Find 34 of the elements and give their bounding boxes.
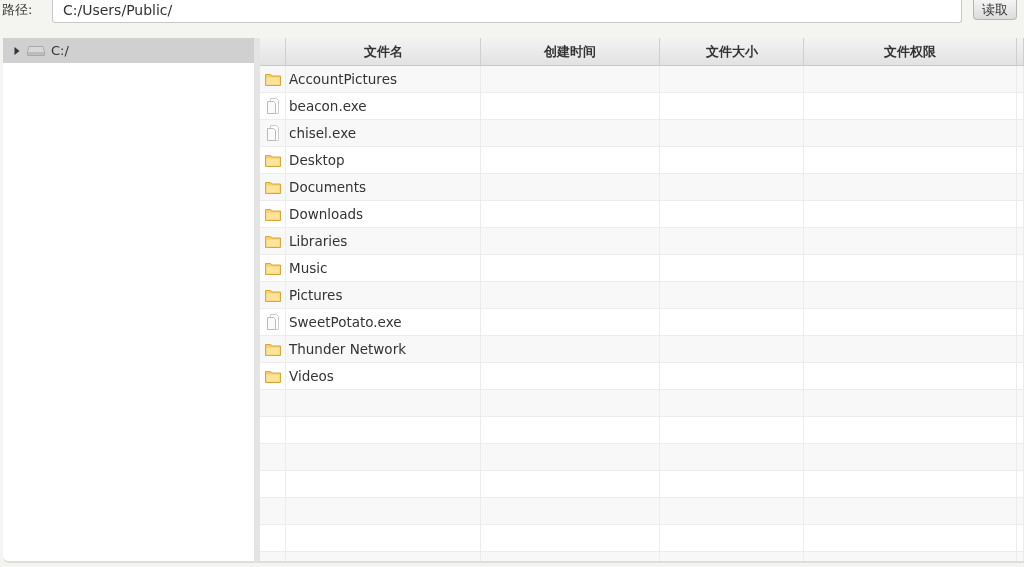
file-name: Downloads (288, 206, 364, 222)
file-name: Music (288, 260, 328, 276)
file-icon (266, 125, 279, 141)
file-name: Libraries (288, 233, 348, 249)
column-header[interactable]: 文件大小 (660, 38, 804, 65)
path-field[interactable]: C:/Users/Public/ (52, 0, 962, 23)
file-name: Videos (288, 368, 334, 384)
folder-icon (264, 153, 281, 167)
folder-icon (264, 234, 281, 248)
folder-icon (264, 369, 281, 383)
file-icon (266, 98, 279, 114)
file-name: Documents (288, 179, 366, 195)
folder-icon (264, 288, 281, 302)
folder-icon (264, 72, 281, 86)
tree-item[interactable]: C:/ (3, 38, 254, 63)
file-icon (266, 314, 279, 330)
file-name: beacon.exe (288, 98, 367, 114)
folder-icon (264, 180, 281, 194)
file-name: Pictures (288, 287, 343, 303)
file-name: SweetPotato.exe (288, 314, 402, 330)
file-name: Thunder Network (288, 341, 406, 357)
path-label: 路径: (1, 1, 34, 19)
column-header[interactable]: 文件名 (286, 38, 481, 65)
file-name: Desktop (288, 152, 345, 168)
folder-icon (264, 342, 281, 356)
file-name: chisel.exe (288, 125, 357, 141)
folder-icon (264, 261, 281, 275)
expand-triangle-icon[interactable] (13, 46, 21, 55)
file-name: AccountPictures (288, 71, 397, 87)
drive-icon (27, 45, 45, 56)
column-header[interactable]: 创建时间 (481, 38, 660, 65)
folder-icon (264, 207, 281, 221)
column-header[interactable]: 文件权限 (804, 38, 1017, 65)
read-button[interactable]: 读取 (973, 0, 1017, 20)
